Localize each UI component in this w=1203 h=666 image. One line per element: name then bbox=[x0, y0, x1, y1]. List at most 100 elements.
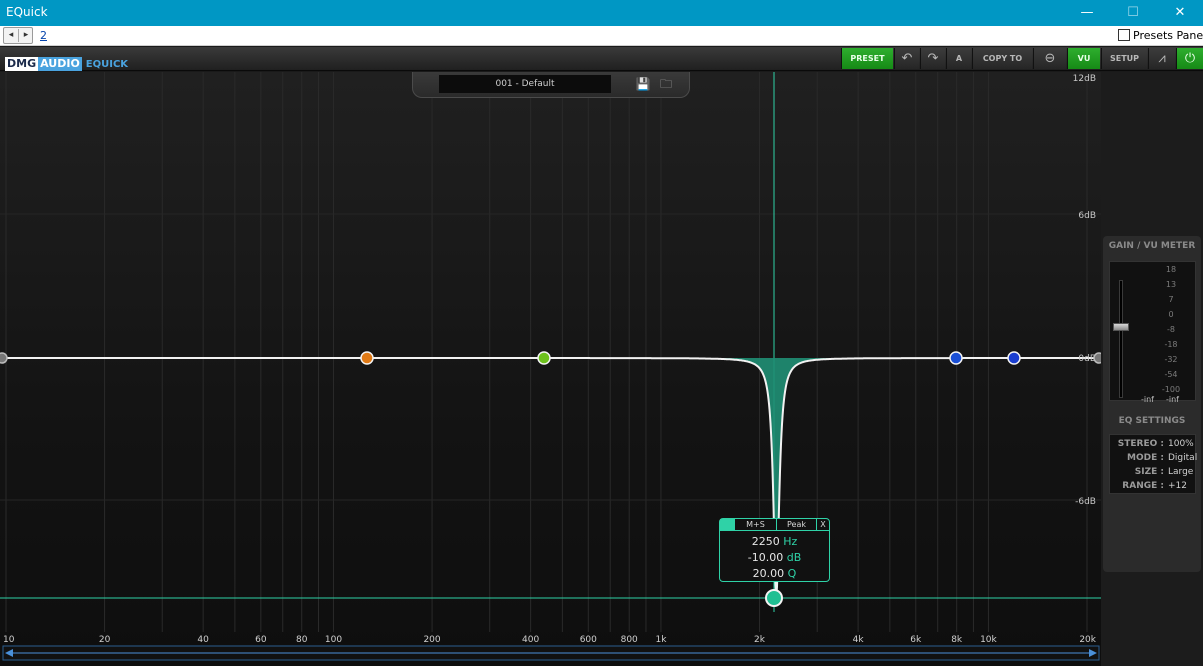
vu-scale-label: -8 bbox=[1167, 325, 1175, 334]
vu-scale-label: -100 bbox=[1161, 385, 1181, 394]
undo-icon[interactable]: ↶ bbox=[894, 48, 919, 69]
vu-scale-label: 7 bbox=[1168, 295, 1174, 304]
setup-button[interactable]: SETUP bbox=[1101, 48, 1147, 69]
window-title: EQuick bbox=[6, 5, 48, 19]
presets-pane-checkbox[interactable] bbox=[1118, 29, 1130, 41]
prev-button[interactable]: ◂ bbox=[4, 28, 18, 43]
setting-size-key: SIZE : bbox=[1134, 467, 1164, 477]
frequency-label: 60 bbox=[255, 635, 267, 645]
preset-bar: 001 - Default 💾 🗀 bbox=[412, 72, 690, 98]
eq-response-curve[interactable] bbox=[0, 357, 1101, 598]
equick-window: EQuick — ☐ ✕ ◂ ▸ 2 Presets Pane DMG AUDIO… bbox=[0, 0, 1203, 666]
band-type-selector[interactable]: Peak bbox=[776, 519, 816, 530]
vu-button[interactable]: VU bbox=[1067, 48, 1100, 69]
band-q-value: 20.00 bbox=[752, 567, 785, 580]
band-frequency-value: 2250 bbox=[751, 535, 780, 548]
band-gain-unit: dB bbox=[786, 551, 802, 564]
page-link[interactable]: 2 bbox=[40, 29, 47, 42]
db-label-12: 12dB bbox=[1073, 74, 1096, 84]
frequency-label: 200 bbox=[423, 635, 440, 645]
plugin-header: DMG AUDIO EQUICK PRESET ↶ ↷ A COPY TO ⊖ VU… bbox=[0, 47, 1203, 71]
setting-range-value: +12 bbox=[1168, 481, 1187, 491]
band-node-lowcut[interactable] bbox=[0, 352, 8, 364]
vu-left-readout: -inf bbox=[1141, 395, 1154, 404]
frequency-label: 2k bbox=[754, 635, 766, 645]
eq-settings-title: EQ SETTINGS bbox=[1118, 416, 1186, 426]
band-q-unit: Q bbox=[787, 567, 797, 580]
vu-scale-label: 13 bbox=[1165, 280, 1177, 289]
presets-pane-toggle[interactable]: Presets Pane bbox=[1118, 29, 1203, 42]
setting-mode-key: MODE : bbox=[1127, 453, 1164, 463]
logo-dmg: DMG bbox=[5, 57, 39, 71]
analyzer-icon[interactable]: ⩘ bbox=[1148, 48, 1175, 69]
vu-right-readout: -inf bbox=[1166, 395, 1179, 404]
preset-button[interactable]: PRESET bbox=[841, 48, 893, 69]
eq-band-nodes[interactable] bbox=[0, 351, 1101, 607]
frequency-label: 4k bbox=[853, 635, 865, 645]
setting-range[interactable]: RANGE : +12 bbox=[1110, 481, 1187, 491]
frequency-label: 600 bbox=[580, 635, 597, 645]
frequency-label: 20k bbox=[1079, 635, 1096, 645]
band-node-blue-1[interactable] bbox=[949, 351, 963, 365]
eq-settings-box: STEREO : 100% MODE : Digital SIZE : Large R… bbox=[1109, 434, 1197, 494]
redo-icon[interactable]: ↷ bbox=[920, 48, 945, 69]
vu-scale-label: 18 bbox=[1165, 265, 1177, 274]
setting-stereo[interactable]: STEREO : 100% bbox=[1110, 439, 1194, 449]
band-gain-readout[interactable]: -10.00 dB bbox=[720, 551, 829, 564]
next-button[interactable]: ▸ bbox=[19, 28, 33, 43]
setting-mode-value: Digital bbox=[1168, 453, 1198, 463]
eq-curve-fill bbox=[0, 358, 1101, 596]
frequency-label: 80 bbox=[296, 635, 308, 645]
minimize-button[interactable]: — bbox=[1064, 0, 1110, 26]
vu-scale-label: -18 bbox=[1164, 340, 1178, 349]
band-node-orange[interactable] bbox=[360, 351, 374, 365]
frequency-label: 10k bbox=[980, 635, 997, 645]
link-icon[interactable]: ⊖ bbox=[1033, 48, 1066, 69]
gain-slider-handle[interactable] bbox=[1113, 323, 1129, 331]
band-q-readout[interactable]: 20.00 Q bbox=[720, 567, 829, 580]
db-labels: 12dB 6dB 0dB -6dB bbox=[1073, 74, 1096, 507]
band-close-button[interactable]: X bbox=[816, 519, 829, 530]
folder-icon[interactable]: 🗀 bbox=[658, 76, 674, 92]
maximize-button[interactable]: ☐ bbox=[1110, 0, 1156, 26]
band-popup-header: M+S Peak X bbox=[720, 519, 829, 531]
power-icon[interactable]: ⏻ bbox=[1176, 48, 1203, 69]
eq-graph-canvas[interactable]: 12dB 6dB 0dB -6dB 10 20 40 60 80 100 200 400 600… bbox=[0, 72, 1101, 666]
band-color-swatch bbox=[720, 519, 734, 530]
copy-to-button[interactable]: COPY TO bbox=[972, 48, 1032, 69]
setting-size[interactable]: SIZE : Large bbox=[1110, 467, 1194, 477]
band-node-selected[interactable] bbox=[765, 589, 783, 607]
band-node-highcut[interactable] bbox=[1093, 352, 1101, 364]
setting-mode[interactable]: MODE : Digital bbox=[1110, 453, 1197, 463]
band-mode-toggle[interactable]: M+S bbox=[734, 519, 776, 530]
frequency-label: 400 bbox=[522, 635, 539, 645]
preset-name-field[interactable]: 001 - Default bbox=[439, 75, 611, 93]
frequency-label: 800 bbox=[621, 635, 638, 645]
side-panel: GAIN / VU METER 18 13 7 0 -8 -18 -32 -54 -100 -i… bbox=[1101, 72, 1203, 666]
setting-stereo-key: STEREO : bbox=[1117, 439, 1164, 449]
frequency-label: 8k bbox=[951, 635, 963, 645]
band-gain-value: -10.00 bbox=[747, 551, 784, 564]
window-title-bar: EQuick — ☐ ✕ bbox=[0, 0, 1203, 26]
frequency-scrollbar[interactable] bbox=[2, 645, 1100, 661]
host-toolbar: ◂ ▸ 2 Presets Pane bbox=[0, 26, 1203, 46]
product-name: EQUICK bbox=[85, 59, 129, 70]
band-frequency-readout[interactable]: 2250 Hz bbox=[720, 535, 829, 548]
gain-slider-track[interactable] bbox=[1119, 280, 1123, 398]
band-node-blue-2[interactable] bbox=[1007, 351, 1021, 365]
frequency-labels: 10 20 40 60 80 100 200 400 600 800 1k 2k 4k 6k 8k 10k 20… bbox=[3, 635, 1097, 645]
presets-pane-label: Presets Pane bbox=[1133, 29, 1203, 42]
db-label-minus-6: -6dB bbox=[1075, 497, 1096, 507]
eq-graph[interactable]: 12dB 6dB 0dB -6dB 10 20 40 60 80 100 200 400 600… bbox=[0, 72, 1101, 666]
setting-size-value: Large bbox=[1168, 467, 1194, 477]
ab-compare-button[interactable]: A bbox=[946, 48, 971, 69]
save-icon[interactable]: 💾 bbox=[635, 76, 651, 92]
band-node-green[interactable] bbox=[537, 351, 551, 365]
frequency-label: 10 bbox=[3, 635, 15, 645]
close-button[interactable]: ✕ bbox=[1157, 0, 1203, 26]
nav-buttons: ◂ ▸ bbox=[3, 27, 33, 44]
dmg-audio-logo: DMG AUDIO EQUICK bbox=[5, 52, 128, 71]
vu-scale-label: -54 bbox=[1164, 370, 1178, 379]
frequency-label: 6k bbox=[910, 635, 922, 645]
gain-vu-title: GAIN / VU METER bbox=[1108, 241, 1196, 251]
